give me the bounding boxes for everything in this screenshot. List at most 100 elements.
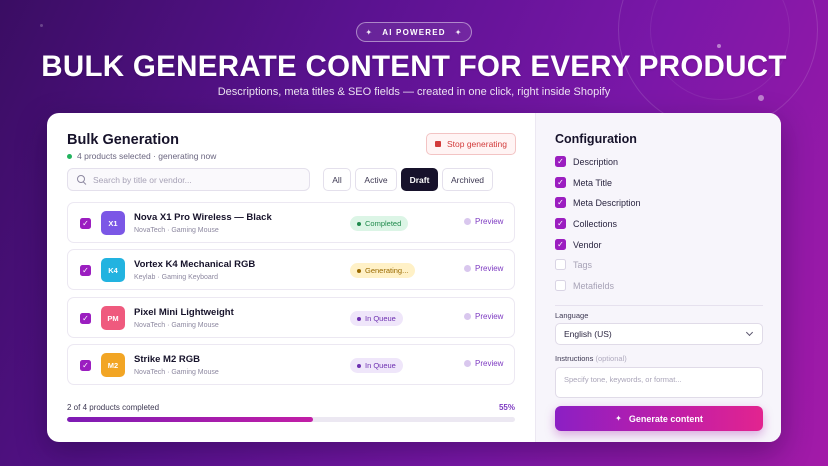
hero-subtitle: Descriptions, meta titles & SEO fields —…	[217, 86, 611, 98]
search-box[interactable]	[67, 168, 310, 191]
badge-label: AI POWERED	[382, 27, 446, 37]
product-row[interactable]: ✓ X1 Nova X1 Pro Wireless — Black NovaTe…	[67, 202, 515, 243]
product-row[interactable]: ✓ PM Pixel Mini Lightweight NovaTech · G…	[67, 297, 515, 338]
filter-tab-draft[interactable]: Draft	[401, 168, 438, 191]
divider	[555, 305, 763, 306]
preview-link[interactable]: Preview	[464, 312, 503, 321]
product-row[interactable]: ✓ M2 Strike M2 RGB NovaTech · Gaming Mou…	[67, 344, 515, 385]
option-label: Tags	[573, 259, 593, 270]
preview-icon	[464, 218, 471, 225]
option-checkbox[interactable]: ✓	[555, 239, 566, 250]
language-value: English (US)	[564, 329, 612, 339]
preview-link[interactable]: Preview	[464, 217, 503, 226]
language-label: Language	[555, 311, 589, 320]
product-row[interactable]: ✓ K4 Vortex K4 Mechanical RGB Keylab · G…	[67, 249, 515, 290]
hero-title: BULK GENERATE CONTENT FOR EVERY PRODUCT	[41, 50, 787, 83]
sparkle-icon: ✦	[615, 414, 622, 423]
option-label: Collections	[573, 218, 618, 229]
preview-label: Preview	[475, 312, 504, 321]
preview-label: Preview	[475, 264, 504, 273]
status-badge: Generating...	[350, 263, 416, 278]
filter-tab-archived[interactable]: Archived	[442, 168, 493, 191]
search-input[interactable]	[93, 174, 293, 185]
option-collections[interactable]: ✓ Collections	[555, 218, 617, 229]
preview-icon	[464, 313, 471, 320]
status-badge: In Queue	[350, 311, 403, 326]
language-select[interactable]: English (US)	[555, 323, 763, 345]
configuration-panel: Configuration ✓ Description ✓ Meta Title ✓…	[535, 113, 781, 442]
chevron-down-icon	[745, 328, 754, 337]
instructions-input[interactable]	[555, 367, 763, 398]
row-checkbox[interactable]: ✓	[80, 313, 91, 324]
status-dot-icon	[357, 316, 361, 321]
preview-icon	[464, 360, 471, 367]
option-tags[interactable]: Tags	[555, 259, 592, 270]
status-dot-icon	[357, 268, 361, 273]
product-meta: NovaTech · Gaming Mouse	[134, 322, 219, 329]
option-meta-description[interactable]: ✓ Meta Description	[555, 197, 641, 208]
instructions-optional-note: (optional)	[595, 354, 627, 363]
option-label: Description	[573, 156, 619, 167]
product-meta: NovaTech · Gaming Mouse	[134, 227, 219, 234]
generate-content-button[interactable]: ✦ Generate content	[555, 406, 763, 431]
status-filter-tabs: All Active Draft Archived	[323, 168, 493, 191]
option-metafields[interactable]: Metafields	[555, 280, 614, 291]
filter-tab-all[interactable]: All	[323, 168, 351, 191]
instructions-label-text: Instructions	[555, 354, 594, 363]
stop-generating-label: Stop generating	[446, 139, 508, 149]
preview-label: Preview	[475, 217, 504, 226]
decorative-dot	[40, 24, 43, 27]
option-vendor[interactable]: ✓ Vendor	[555, 239, 602, 250]
product-name: Vortex K4 Mechanical RGB	[134, 259, 256, 270]
decorative-dot	[717, 44, 721, 48]
generate-content-label: Generate content	[628, 413, 703, 424]
bulk-generation-panel: Bulk Generation 4 products selected · ge…	[47, 113, 535, 442]
status-dot-icon	[357, 363, 361, 368]
product-avatar: X1	[101, 211, 125, 235]
status-badge-label: In Queue	[365, 314, 396, 323]
status-badge-label: In Queue	[365, 361, 396, 370]
option-checkbox[interactable]: ✓	[555, 156, 566, 167]
app-card: Bulk Generation 4 products selected · ge…	[47, 113, 781, 442]
status-badge-label: Generating...	[365, 266, 409, 275]
selection-status-text: 4 products selected · generating now	[77, 151, 217, 161]
option-meta-title[interactable]: ✓ Meta Title	[555, 177, 612, 188]
status-dot-icon	[357, 221, 361, 226]
panel-title: Bulk Generation	[67, 132, 179, 148]
preview-link[interactable]: Preview	[464, 359, 503, 368]
progress-fill	[67, 417, 314, 422]
filter-tab-active[interactable]: Active	[355, 168, 397, 191]
option-checkbox[interactable]: ✓	[555, 177, 566, 188]
option-checkbox[interactable]	[555, 259, 566, 270]
status-badge-label: Completed	[365, 219, 402, 228]
status-dot-icon	[67, 153, 72, 159]
row-checkbox[interactable]: ✓	[80, 218, 91, 229]
sparkle-icon: ✦	[454, 27, 463, 37]
sparkle-icon: ✦	[365, 27, 374, 37]
product-avatar: M2	[101, 353, 125, 377]
option-label: Vendor	[573, 239, 602, 250]
configuration-title: Configuration	[555, 132, 637, 146]
product-name: Nova X1 Pro Wireless — Black	[134, 212, 272, 223]
option-checkbox[interactable]: ✓	[555, 218, 566, 229]
status-badge: In Queue	[350, 358, 403, 373]
progress-percent: 55%	[498, 403, 515, 412]
option-checkbox[interactable]	[555, 280, 566, 291]
product-name: Pixel Mini Lightweight	[134, 307, 234, 318]
preview-icon	[464, 265, 471, 272]
search-icon	[77, 174, 87, 185]
row-checkbox[interactable]: ✓	[80, 265, 91, 276]
row-checkbox[interactable]: ✓	[80, 360, 91, 371]
preview-link[interactable]: Preview	[464, 264, 503, 273]
option-checkbox[interactable]: ✓	[555, 197, 566, 208]
product-meta: NovaTech · Gaming Mouse	[134, 369, 219, 376]
stop-icon	[434, 141, 441, 147]
option-label: Metafields	[573, 280, 615, 291]
stop-generating-button[interactable]: Stop generating	[426, 133, 516, 155]
status-badge: Completed	[350, 216, 409, 231]
option-description[interactable]: ✓ Description	[555, 156, 618, 167]
option-label: Meta Title	[573, 177, 613, 188]
product-name: Strike M2 RGB	[134, 354, 200, 365]
product-avatar: K4	[101, 258, 125, 282]
progress-bar	[67, 417, 515, 422]
